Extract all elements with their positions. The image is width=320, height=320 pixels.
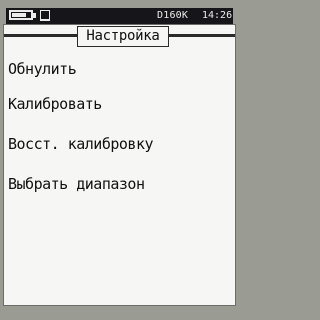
status-bar: D160K 14:26 (6, 8, 233, 24)
menu-item-calibrate[interactable]: Калибровать (8, 92, 102, 116)
menu-item-restore-calibration[interactable]: Восст. калибровку (8, 132, 154, 156)
clock: 14:26 (202, 10, 233, 21)
device-frame: D160K 14:26 Настройка Обнулить Калиброва… (0, 0, 244, 320)
battery-icon (9, 10, 33, 20)
device-model: D160K (157, 10, 189, 21)
menu-item-reset[interactable]: Обнулить (8, 57, 77, 81)
battery-level-fill (12, 13, 26, 17)
menu-item-select-range[interactable]: Выбрать диапазон (8, 172, 145, 196)
screen: Настройка Обнулить Калибровать Восст. ка… (3, 24, 236, 306)
battery-tip (33, 13, 36, 18)
page-title: Настройка (86, 28, 160, 44)
storage-icon (40, 10, 50, 21)
title-box: Настройка (77, 26, 169, 47)
